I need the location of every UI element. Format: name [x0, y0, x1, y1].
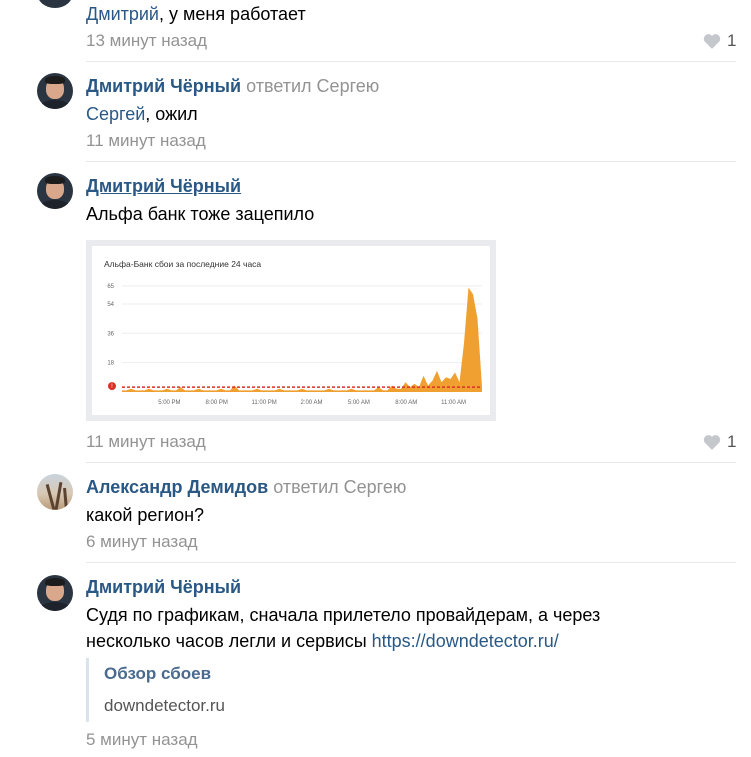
avatar[interactable] — [37, 73, 73, 109]
like-count: 1 — [727, 432, 737, 451]
comment-header: Дмитрий Чёрный — [86, 577, 241, 598]
chart-ytick-label: 54 — [107, 302, 114, 308]
chart-title: Альфа-Банк сбои за последние 24 часа — [104, 259, 261, 269]
chart-ytick-label: 65 — [107, 284, 114, 290]
divider — [86, 562, 736, 563]
chart-xtick-label: 5:00 AM — [348, 400, 370, 406]
comment-text: какой регион? — [86, 505, 205, 525]
reply-info[interactable]: ответил Сергею — [246, 76, 379, 96]
comment-header: Дмитрий Чёрный — [86, 176, 241, 197]
comment-time[interactable]: 11 минут назад — [86, 432, 206, 452]
chart-ytick-label: 18 — [107, 361, 114, 367]
comment-time[interactable]: 5 минут назад — [86, 730, 198, 750]
mention-link[interactable]: Сергей — [86, 104, 145, 124]
comment-text: Дмитрий, у меня работает — [86, 4, 306, 24]
chart-ytick-label: 36 — [107, 331, 114, 337]
image-attachment[interactable]: Альфа-Банк сбои за последние 24 часа 65 5… — [86, 240, 496, 421]
snippet-domain: downdetector.ru — [104, 696, 225, 715]
avatar[interactable] — [37, 474, 73, 510]
chart-xtick-label: 2:00 AM — [300, 400, 322, 406]
snippet-title[interactable]: Обзор сбоев — [104, 664, 211, 684]
divider — [86, 161, 736, 162]
comment-text-line: Судя по графикам, сначала прилетело пров… — [86, 605, 601, 625]
heart-icon — [703, 34, 721, 49]
comment-header: Александр Демидов ответил Сергею — [86, 477, 406, 498]
comment-text-line: несколько часов легли и сервисы — [86, 631, 372, 651]
chart-area-series — [122, 287, 482, 392]
author-name[interactable]: Дмитрий Чёрный — [86, 176, 241, 196]
comment-text: Альфа банк тоже зацепило — [86, 204, 315, 224]
like-button[interactable]: 1 — [703, 31, 736, 51]
reply-info[interactable]: ответил Сергею — [273, 477, 406, 497]
comment-time[interactable]: 6 минут назад — [86, 532, 198, 552]
divider — [86, 61, 736, 62]
chart-xtick-label: 11:00 AM — [441, 400, 466, 406]
chart-xtick-label: 11:00 PM — [251, 400, 276, 406]
avatar[interactable] — [37, 575, 73, 611]
comment-text: Сергей, ожил — [86, 104, 198, 124]
chart-xtick-label: 8:00 AM — [395, 400, 417, 406]
author-name[interactable]: Александр Демидов — [86, 477, 268, 497]
chart-xtick-label: 8:00 PM — [206, 400, 228, 406]
external-link[interactable]: https://downdetector.ru/ — [372, 631, 559, 651]
avatar[interactable] — [37, 173, 73, 209]
author-name[interactable]: Дмитрий Чёрный — [86, 577, 241, 597]
comment-text: Судя по графикам, сначала прилетело пров… — [86, 602, 600, 654]
comment-time[interactable]: 11 минут назад — [86, 131, 206, 151]
divider — [86, 462, 736, 463]
outage-chart: Альфа-Банк сбои за последние 24 часа 65 5… — [104, 259, 482, 406]
like-count: 1 — [727, 31, 737, 50]
author-name[interactable]: Дмитрий Чёрный — [86, 76, 241, 96]
comment-header: Дмитрий Чёрный ответил Сергею — [86, 76, 379, 97]
comment-time[interactable]: 13 минут назад — [86, 31, 207, 51]
chart-xtick-label: 5:00 PM — [158, 400, 180, 406]
like-button[interactable]: 1 — [703, 432, 736, 452]
link-snippet[interactable]: Обзор сбоев downdetector.ru — [86, 658, 389, 722]
heart-icon — [703, 435, 721, 450]
mention-link[interactable]: Дмитрий — [86, 4, 159, 24]
avatar[interactable] — [37, 0, 73, 8]
